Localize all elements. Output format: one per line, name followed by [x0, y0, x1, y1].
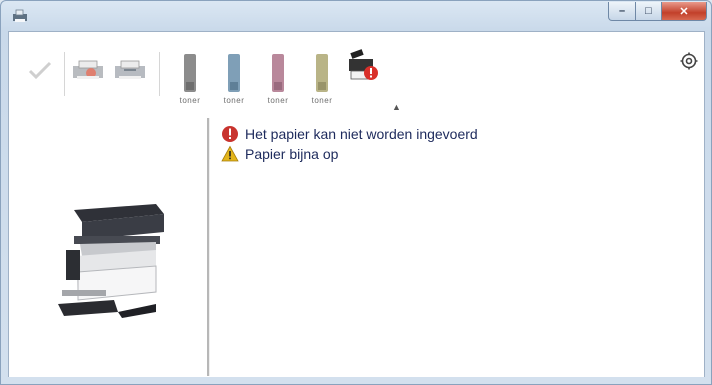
- toner-label: toner: [179, 96, 201, 105]
- black-toner[interactable]: toner: [173, 52, 207, 114]
- toner-cartridge-icon: [184, 54, 196, 92]
- check-icon: [28, 61, 52, 80]
- warning-icon: [221, 145, 239, 162]
- close-button[interactable]: ✕: [662, 2, 707, 21]
- printer-status-button[interactable]: [69, 52, 107, 88]
- maximize-button[interactable]: □: [636, 2, 662, 21]
- toner-label: toner: [267, 96, 289, 105]
- magenta-toner[interactable]: toner: [261, 52, 295, 114]
- status-message: Papier bijna op: [221, 144, 478, 164]
- check-button[interactable]: [21, 52, 59, 88]
- client-area: toner toner toner toner ▲ Het papier kan…: [8, 31, 705, 379]
- collapse-toolbar-button[interactable]: ▲: [392, 102, 401, 112]
- printer-app-icon: [13, 9, 27, 22]
- device-image-pane: [9, 118, 207, 376]
- status-message: Het papier kan niet worden ingevoerd: [221, 124, 478, 144]
- toner-label: toner: [311, 96, 333, 105]
- title-bar[interactable]: – □ ✕: [1, 1, 711, 31]
- toner-cartridge-icon: [228, 54, 240, 92]
- printer-queue-icon: [115, 60, 145, 79]
- caption-buttons: – □ ✕: [608, 2, 707, 22]
- toolbar-separator: [159, 52, 160, 96]
- printer-status-icon: [73, 60, 103, 79]
- toner-label: toner: [223, 96, 245, 105]
- printer-status-window: – □ ✕ toner toner toner toner ▲ Het papi…: [0, 0, 712, 385]
- toolbar: toner toner toner toner ▲: [9, 32, 704, 118]
- pane-divider[interactable]: [207, 118, 210, 376]
- yellow-toner[interactable]: toner: [305, 52, 339, 114]
- error-icon: [222, 126, 238, 142]
- status-message-text: Het papier kan niet worden ingevoerd: [245, 126, 478, 142]
- minimize-button[interactable]: –: [608, 2, 636, 21]
- status-messages: Het papier kan niet worden ingevoerd Pap…: [221, 124, 478, 164]
- printer-error-icon: [349, 49, 378, 80]
- toolbar-separator: [64, 52, 65, 96]
- window-bottom-edge: [1, 377, 711, 384]
- toner-cartridge-icon: [272, 54, 284, 92]
- status-message-text: Papier bijna op: [245, 146, 339, 162]
- printer-queue-button[interactable]: [111, 52, 149, 88]
- printer-error-button[interactable]: [344, 48, 382, 84]
- printer-device-image: [58, 204, 164, 318]
- settings-icon[interactable]: [680, 52, 698, 70]
- cyan-toner[interactable]: toner: [217, 52, 251, 114]
- toner-cartridge-icon: [316, 54, 328, 92]
